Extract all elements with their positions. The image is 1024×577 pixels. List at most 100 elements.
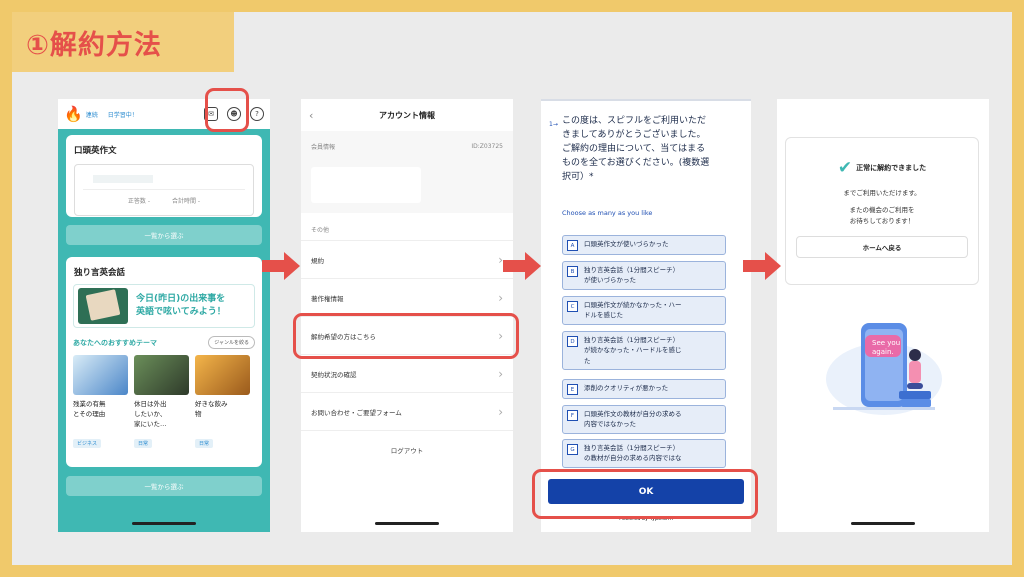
option-key: F	[567, 410, 578, 421]
option-key: B	[567, 266, 578, 277]
option-label: 内容ではなかった	[584, 420, 636, 429]
menu-item-contact[interactable]: お問い合わせ・ご要望フォーム ›	[301, 393, 513, 431]
option-d[interactable]: D 独り言英会話（1分間スピーチ） が続かなかった・ハードルを感じた	[562, 331, 726, 371]
card-title: 独り言英会話	[74, 268, 126, 278]
genre-filter-button[interactable]: ジャンルを絞る	[208, 336, 255, 349]
option-label: が使いづらかった	[584, 276, 636, 285]
learning-status: 日学習中！	[107, 111, 138, 119]
card-title: 口頭英作文	[74, 146, 117, 156]
nav-bar: ‹ アカウント情報	[301, 99, 513, 131]
theme-image	[73, 355, 128, 395]
option-f[interactable]: F 口頭英作文の教材が自分の求める 内容ではなかった	[562, 405, 726, 434]
done-line: またの機会のご利用を	[849, 206, 915, 215]
theme-image	[134, 355, 189, 395]
theme-title: とその理由	[73, 409, 106, 418]
stat-time: 合計時間 -	[172, 198, 201, 205]
card-monologue: 独り言英会話 今日(昨日)の出来事を 英語で呟いてみよう！ あなたへのおすすめテ…	[66, 257, 262, 467]
list-select-button-2[interactable]: 一覧から選ぶ	[66, 476, 262, 496]
option-key: E	[567, 384, 578, 395]
member-row: 会員情報 ID:Z03725	[301, 131, 513, 161]
question-line: ご解約の理由について、当てはまる	[562, 143, 706, 154]
option-b[interactable]: B 独り言英会話（1分間スピーチ） が使いづらかった	[562, 261, 726, 290]
option-e[interactable]: E 添削のクオリティが悪かった	[562, 379, 726, 399]
bubble-text-1: See you	[872, 339, 900, 347]
option-g[interactable]: G 独り言英会話（1分間スピーチ） の教材が自分の求める内容ではな	[562, 439, 726, 468]
menu-item-label: 契約状況の確認	[311, 370, 357, 379]
option-a[interactable]: A 口頭英作文が使いづらかった	[562, 235, 726, 255]
done-card: ✔ 正常に解約できました までご利用いただけます。 またの機会のご利用を お待ち…	[785, 137, 979, 285]
arrow-right-icon	[262, 252, 300, 280]
option-c[interactable]: C 口頭英作文が続かなかった・ハー ドルを感じた	[562, 296, 726, 325]
done-line: までご利用いただけます。	[843, 189, 921, 197]
logout-button[interactable]: ログアウト	[301, 431, 513, 455]
option-label: 独り言英会話（1分間スピーチ）	[584, 444, 680, 452]
home-indicator	[851, 522, 915, 525]
theme-title: 休日は外出	[134, 400, 167, 408]
theme-title: 好きな飲み	[195, 400, 228, 408]
recommend-title: あなたへのおすすめテーマ	[73, 338, 157, 347]
option-label: 独り言英会話（1分間スピーチ）	[584, 266, 680, 274]
choose-hint: Choose as many as you like	[562, 209, 653, 217]
question-number: 1→	[549, 121, 558, 128]
member-info-placeholder	[311, 167, 421, 203]
bubble-text-2: again.	[872, 348, 894, 356]
theme-title: 残業の有無	[73, 400, 106, 408]
help-icon[interactable]: ?	[250, 107, 264, 121]
option-key: G	[567, 444, 578, 455]
page-title: ①解約方法	[26, 29, 162, 61]
back-icon[interactable]: ‹	[309, 109, 313, 122]
option-label: 口頭英作文が続かなかった・ハー	[584, 301, 682, 309]
section-other: その他	[301, 213, 513, 241]
arrow-right-icon	[743, 252, 781, 280]
menu-item-label: 著作権情報	[311, 294, 344, 303]
member-id: ID:Z03725	[471, 142, 503, 150]
question-line: この度は、スピフルをご利用いただ	[562, 116, 707, 126]
menu-item-terms[interactable]: 規約 ›	[301, 241, 513, 279]
member-label: 会員情報	[311, 143, 336, 151]
nav-title: アカウント情報	[379, 110, 435, 120]
daily-banner[interactable]: 今日(昨日)の出来事を 英語で呟いてみよう！	[73, 284, 255, 328]
chevron-right-icon: ›	[498, 290, 503, 305]
home-indicator	[132, 522, 196, 525]
member-info-box	[301, 161, 513, 213]
question-text: この度は、スピフルをご利用いただ きましてありがとうございました。 ご解約の理由…	[562, 115, 742, 185]
question-line: 択可）*	[562, 171, 594, 182]
chevron-right-icon: ›	[498, 366, 503, 381]
theme-title: したいか、	[134, 409, 167, 418]
chevron-right-icon: ›	[498, 404, 503, 419]
menu-item-contract[interactable]: 契約状況の確認 ›	[301, 355, 513, 393]
theme-tag: ビジネス	[73, 439, 102, 448]
option-label: 口頭英作文が使いづらかった	[584, 240, 669, 248]
menu-item-label: 規約	[311, 256, 324, 265]
stat-correct: 正答数 -	[127, 198, 150, 205]
progress-bar	[541, 99, 751, 101]
back-to-home-button[interactable]: ホームへ戻る	[796, 236, 968, 259]
goodbye-illustration: See you again.	[826, 323, 942, 415]
banner-line-2: 英語で呟いてみよう！	[136, 307, 226, 317]
option-label: た	[584, 356, 591, 365]
checkmark-icon: ✔	[837, 158, 853, 178]
theme-title: 家にいた…	[134, 419, 167, 428]
theme-card[interactable]: 残業の有無 とその理由 ビジネス	[73, 355, 128, 449]
option-key: C	[567, 301, 578, 312]
list-select-button[interactable]: 一覧から選ぶ	[66, 225, 262, 245]
placeholder-bar	[93, 175, 153, 183]
theme-tag: 日常	[134, 439, 153, 448]
highlight-account-icon	[205, 88, 249, 132]
notebook-image	[78, 288, 128, 324]
theme-card[interactable]: 休日は外出 したいか、 家にいた… 日常	[134, 355, 189, 449]
theme-image	[195, 355, 250, 395]
phone-screen-survey: 1→ この度は、スピフルをご利用いただ きましてありがとうございました。 ご解約…	[541, 99, 751, 532]
home-indicator	[375, 522, 439, 525]
theme-card[interactable]: 好きな飲み 物 日常	[195, 355, 250, 449]
theme-title: 物	[195, 409, 202, 418]
done-title: 正常に解約できました	[856, 164, 927, 172]
option-label: 添削のクオリティが悪かった	[584, 384, 669, 392]
highlight-ok-button	[532, 469, 758, 519]
streak-label: 連続	[85, 111, 98, 119]
flame-icon: 🔥	[64, 105, 83, 123]
question-line: きましてありがとうございました。	[562, 129, 706, 140]
card-speaking-composition[interactable]: 口頭英作文 正答数 - 合計時間 -	[66, 135, 262, 217]
banner-line-1: 今日(昨日)の出来事を	[136, 293, 226, 304]
menu-item-copyright[interactable]: 著作権情報 ›	[301, 279, 513, 317]
